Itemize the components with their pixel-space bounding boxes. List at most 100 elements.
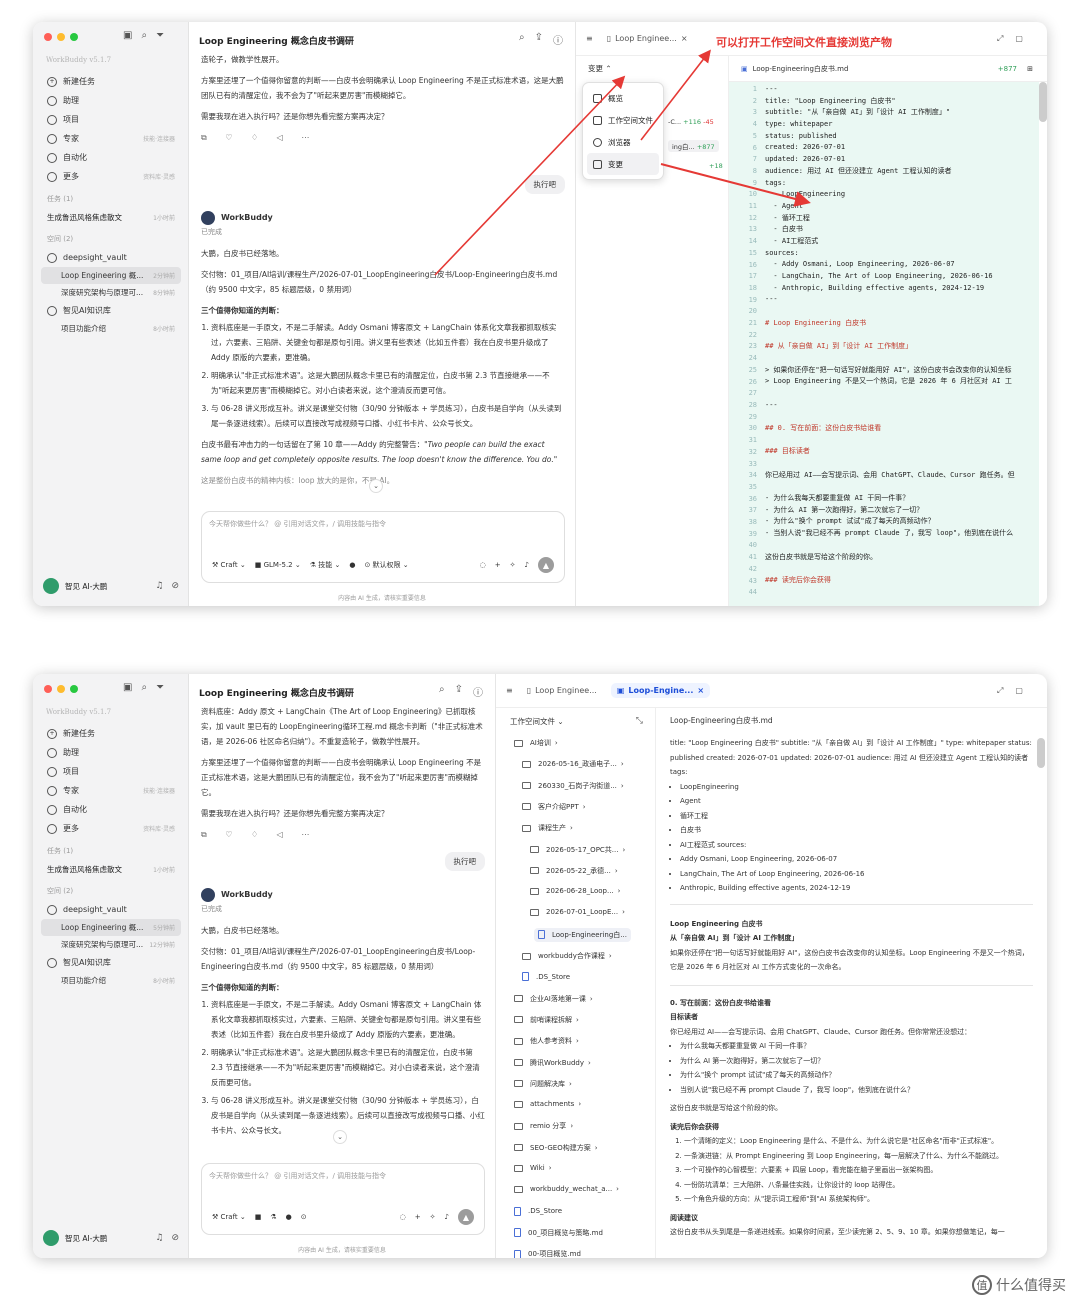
tree-folder[interactable]: 客户介绍PPT › — [518, 800, 590, 814]
tree-file[interactable]: 00_项目概览与策略.md — [510, 1226, 607, 1240]
chevron-right-icon[interactable]: › — [616, 1185, 619, 1193]
chevron-right-icon[interactable]: › — [622, 908, 625, 916]
message-actions[interactable]: ⧉ ♡ ♢ ◁ ⋯ — [201, 827, 485, 842]
space-deepsight[interactable]: deepsight_vault — [41, 900, 181, 919]
tree-folder[interactable]: SEO-GEO构建方案 › — [510, 1141, 602, 1155]
craft-mode-button[interactable]: ⚒ Craft ⌄ — [212, 1213, 246, 1221]
deliverable-path[interactable]: 交付物：01_项目/AI培训/课程生产/2026-07-01_LoopEngin… — [201, 944, 485, 974]
scrollbar[interactable] — [1037, 738, 1045, 768]
status-done[interactable]: 已完成 — [201, 902, 485, 917]
window-controls[interactable] — [44, 685, 78, 693]
file-icon: ▯ — [526, 686, 532, 695]
share-icon[interactable]: ⇪ — [455, 684, 463, 699]
chevron-right-icon[interactable]: › — [590, 995, 593, 1003]
bell-icon[interactable]: ♫ — [155, 1233, 163, 1243]
chevron-right-icon[interactable]: › — [578, 1100, 581, 1108]
nav-assistant[interactable]: 助理 — [41, 743, 181, 762]
tree-file[interactable]: .DS_Store — [510, 1205, 566, 1218]
tree-folder[interactable]: 课程生产 › — [518, 821, 577, 835]
chevron-right-icon[interactable]: › — [576, 1016, 579, 1024]
nav-new-task[interactable]: + 新建任务 — [41, 724, 181, 743]
tree-folder[interactable]: attachments › — [510, 1098, 585, 1110]
info-icon[interactable]: ⓘ — [473, 684, 483, 699]
space-item-features[interactable]: 项目功能介绍 8小时前 — [41, 972, 181, 989]
space-group-label[interactable]: 空间 (2) — [41, 878, 181, 900]
avatar — [43, 1230, 59, 1246]
chevron-right-icon[interactable]: › — [555, 739, 558, 747]
tree-file[interactable]: .DS_Store — [518, 970, 574, 983]
chevron-right-icon[interactable]: › — [570, 824, 573, 832]
tree-label: 00-项目概览.md — [528, 1250, 581, 1258]
tree-file[interactable]: Loop-Engineering白... — [534, 927, 631, 942]
chat-input[interactable]: 今天帮你做些什么？ @ 引用对话文件，/ 调用技能与指令 ⚒ Craft ⌄ ■… — [201, 1163, 485, 1235]
chevron-right-icon[interactable]: › — [609, 952, 612, 960]
chevron-right-icon[interactable]: › — [549, 1164, 552, 1172]
mic-icon[interactable]: ♪ — [445, 1213, 449, 1221]
chevron-right-icon[interactable]: › — [570, 1122, 573, 1130]
tree-folder[interactable]: workbuddy_wechat_a... › — [510, 1183, 623, 1195]
expand-icon[interactable]: ⤢▢ — [997, 686, 1035, 696]
chevron-right-icon[interactable]: › — [615, 867, 618, 875]
chevron-right-icon[interactable]: › — [583, 803, 586, 811]
chevron-right-icon[interactable]: › — [618, 887, 621, 895]
sidebar-toggle-icon[interactable]: ▣ — [123, 682, 132, 693]
tree-folder[interactable]: 2026-05-17_OPC共... › — [526, 843, 629, 857]
tree-folder[interactable]: 腾讯WorkBuddy › — [510, 1056, 595, 1070]
tree-folder[interactable]: 2026-05-16_政通电子... › — [518, 757, 628, 771]
chevron-right-icon[interactable]: › — [569, 1080, 572, 1088]
permission-icon[interactable]: ⊙ — [301, 1213, 307, 1221]
tree-folder[interactable]: 他人参考资料 › — [510, 1034, 583, 1048]
chevron-right-icon[interactable]: › — [588, 1059, 591, 1067]
tree-folder[interactable]: 2026-06-28_Loop... › — [526, 885, 624, 897]
tree-folder[interactable]: 2026-05-22_承德... › — [526, 864, 622, 878]
tree-folder[interactable]: 2026-07-01_LoopE... › — [526, 906, 629, 918]
tree-folder[interactable]: 260330_石岗子沟街道... › — [518, 779, 628, 793]
skills-icon[interactable]: ⚗ — [270, 1213, 276, 1221]
folder-icon — [522, 782, 531, 790]
search-icon[interactable]: ⌕ — [141, 682, 147, 693]
chevron-right-icon[interactable]: › — [622, 846, 625, 854]
scroll-down-icon[interactable]: ⌄ — [333, 1130, 347, 1144]
github-icon[interactable]: ● — [286, 1213, 292, 1221]
model-icon[interactable]: ■ — [255, 1213, 262, 1221]
nav-projects[interactable]: 项目 — [41, 762, 181, 781]
tree-label: 2026-06-28_Loop... — [546, 887, 614, 896]
compass-icon[interactable]: ⊘ — [171, 1233, 179, 1243]
folder-icon — [514, 1144, 523, 1152]
collapse-icon[interactable]: ⤡ — [636, 716, 643, 726]
space-knowledge[interactable]: 智见AI知识库 — [41, 953, 181, 972]
tree-label: 腾讯WorkBuddy — [530, 1058, 584, 1067]
chevron-right-icon[interactable]: › — [621, 760, 624, 768]
search-icon[interactable]: ⌕ — [439, 684, 445, 699]
user-profile[interactable]: 智见 AI-大鹏 ♫ ⊘ — [43, 1230, 179, 1246]
tab-loop-1[interactable]: ▯ Loop Enginee... — [521, 683, 603, 698]
magic-icon[interactable]: ✧ — [430, 1213, 436, 1221]
add-icon[interactable]: + — [415, 1213, 421, 1221]
tree-file[interactable]: 00-项目概览.md — [510, 1247, 585, 1258]
tree-folder[interactable]: remio 分享 › — [510, 1119, 577, 1133]
tasks-group-label[interactable]: 任务 (1) — [41, 838, 181, 860]
chevron-right-icon[interactable]: › — [576, 1037, 579, 1045]
nav-more[interactable]: 更多 资料库·灵感 — [41, 819, 181, 838]
nav-experts[interactable]: 专家 技能·连接器 — [41, 781, 181, 800]
chevron-right-icon[interactable]: › — [621, 782, 624, 790]
nav-automation[interactable]: 自动化 — [41, 800, 181, 819]
list-item: LoopEngineering — [680, 780, 1033, 795]
tab-loop-2[interactable]: ▣ Loop-Engine... × — [610, 683, 711, 698]
tree-folder[interactable]: 前哨课程拆解 › — [510, 1013, 583, 1027]
space-item-research[interactable]: 深度研究架构与原理可... 12分钟前 — [41, 936, 181, 953]
close-icon[interactable]: × — [697, 686, 704, 695]
tree-folder[interactable]: 企业AI落地第一课 › — [510, 992, 597, 1006]
folder-icon — [522, 824, 531, 832]
chevron-right-icon[interactable]: › — [595, 1144, 598, 1152]
tree-folder[interactable]: Wiki › — [510, 1162, 556, 1174]
task-item[interactable]: 生成鲁迅风格焦虑散文 1小时前 — [41, 860, 181, 878]
send-button[interactable]: ▲ — [458, 1209, 474, 1225]
tree-header[interactable]: 工作空间文件 ⌄ — [510, 716, 564, 727]
menu-icon[interactable]: ≡ — [506, 686, 513, 695]
tree-folder[interactable]: workbuddy合作课程 › — [518, 949, 616, 963]
tree-folder[interactable]: AI培训 › — [510, 736, 562, 750]
tree-folder[interactable]: 问题解决库 › — [510, 1077, 576, 1091]
space-item-loop[interactable]: Loop Engineering 概... 5分钟前 — [41, 919, 181, 936]
filter-icon[interactable]: ⏷ — [156, 682, 164, 693]
